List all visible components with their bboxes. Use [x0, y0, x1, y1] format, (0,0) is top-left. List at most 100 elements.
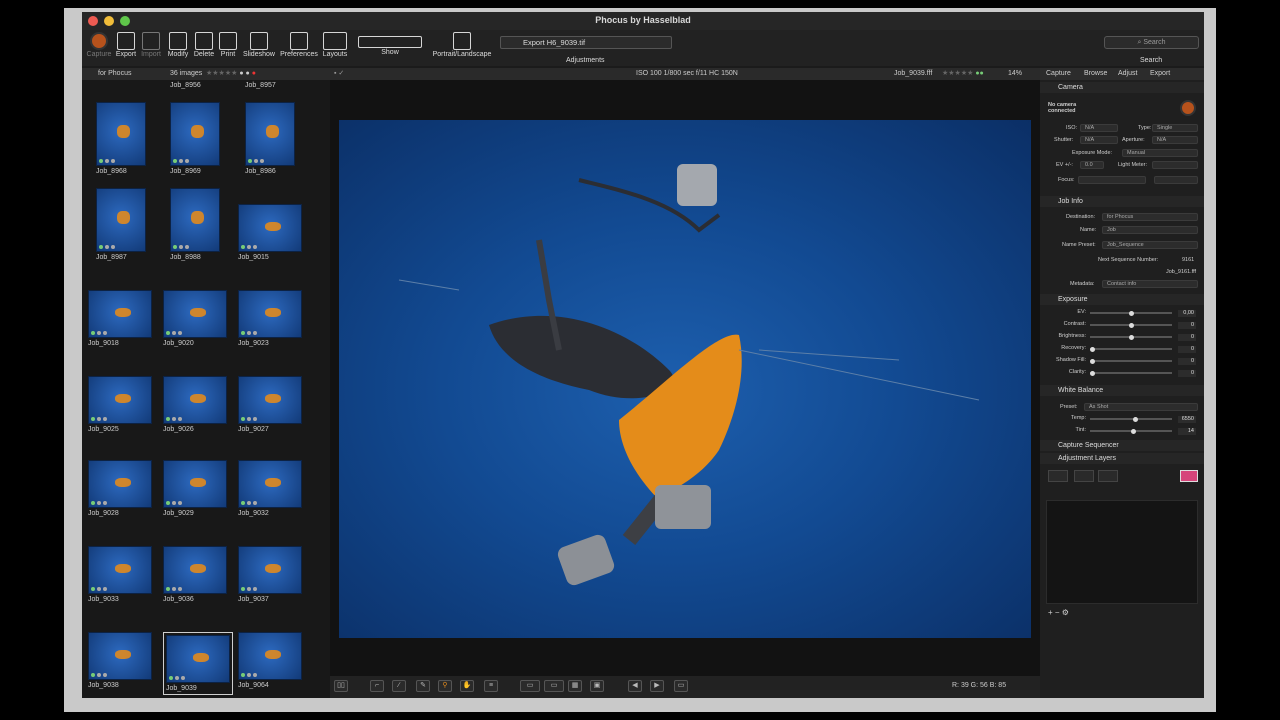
slider-value[interactable]: 0: [1178, 334, 1196, 341]
gradient-layer-button[interactable]: [1074, 470, 1094, 482]
viewer-tools[interactable]: ▪ ✓: [334, 68, 344, 80]
portrait-landscape-button[interactable]: Portrait/Landscape: [430, 30, 494, 58]
modify-button[interactable]: Modify: [164, 30, 192, 58]
next-image-button[interactable]: ▶: [650, 680, 664, 692]
adjustment-slider[interactable]: [1090, 310, 1172, 316]
wb-preset-select[interactable]: As Shot: [1084, 403, 1198, 411]
thumbnail-item[interactable]: Job_9032: [238, 460, 302, 517]
thumbnail-item[interactable]: Job_9018: [88, 290, 152, 347]
preferences-button[interactable]: Preferences: [278, 30, 320, 58]
name-input[interactable]: Job: [1102, 226, 1198, 234]
pen-tool-button[interactable]: ✎: [416, 680, 430, 692]
loupe-tool-button[interactable]: ⚲: [438, 680, 452, 692]
import-button[interactable]: Import: [138, 30, 164, 58]
radial-layer-button[interactable]: [1098, 470, 1118, 482]
straighten-tool-button[interactable]: ∕: [392, 680, 406, 692]
slider-knob[interactable]: [1133, 416, 1139, 422]
crop-tool-button[interactable]: ⌐: [370, 680, 384, 692]
menu-tool-button[interactable]: ≡: [484, 680, 498, 692]
focus-field[interactable]: [1078, 176, 1146, 184]
search-input[interactable]: ⌕ Search: [1104, 36, 1199, 49]
white-balance-section-header[interactable]: White Balance: [1040, 385, 1204, 396]
adjustment-slider[interactable]: [1089, 346, 1172, 352]
thumbnail-item[interactable]: Job_8986: [245, 102, 295, 175]
thumbnail-item[interactable]: Job_9026: [163, 376, 227, 433]
ev-field[interactable]: 0.0: [1080, 161, 1104, 169]
next-seq-value[interactable]: 9161: [1182, 257, 1194, 263]
hand-tool-button[interactable]: ✋: [460, 680, 474, 692]
thumbnail-item[interactable]: Job_9033: [88, 546, 152, 603]
slider-knob[interactable]: [1129, 334, 1134, 340]
thumbnail-item[interactable]: Job_9037: [238, 546, 302, 603]
slider-value[interactable]: 6550: [1178, 416, 1196, 423]
thumbnail-item[interactable]: Job_9036: [163, 546, 227, 603]
overlay-button[interactable]: ▭: [520, 680, 540, 692]
slider-knob[interactable]: [1089, 370, 1095, 376]
thumbnail-item[interactable]: Job_9064: [238, 632, 302, 689]
adjustment-slider[interactable]: [1089, 358, 1172, 364]
tab-export[interactable]: Export: [1150, 68, 1170, 80]
adjustment-layers-section-header[interactable]: Adjustment Layers: [1040, 453, 1204, 464]
image-viewer[interactable]: [330, 80, 1040, 676]
layouts-button[interactable]: Layouts: [320, 30, 350, 58]
slider-knob[interactable]: [1129, 322, 1134, 328]
export-preset-field[interactable]: Export H6_9039.tif: [500, 36, 672, 49]
camera-section-header[interactable]: Camera: [1040, 82, 1204, 93]
thumbnail-item[interactable]: Job_9023: [238, 290, 302, 347]
show-buttons[interactable]: Show: [358, 30, 422, 56]
slider-knob[interactable]: [1089, 358, 1095, 364]
thumbnail-item[interactable]: Job_9038: [88, 632, 152, 689]
grid-icon[interactable]: ▦: [568, 680, 582, 692]
thumbnail-item[interactable]: Job_8968: [96, 102, 146, 175]
capture-button[interactable]: Capture: [84, 30, 114, 58]
full-screen-button[interactable]: ▭: [674, 680, 688, 692]
thumbnail-item[interactable]: Job_9039: [163, 632, 233, 695]
slider-value[interactable]: 0: [1178, 346, 1196, 353]
layer-color-swatch[interactable]: [1180, 470, 1198, 482]
brush-layer-button[interactable]: [1048, 470, 1068, 482]
add-remove-layer-buttons[interactable]: + − ⚙: [1048, 608, 1069, 617]
slider-knob[interactable]: [1129, 310, 1134, 316]
delete-button[interactable]: Delete: [192, 30, 216, 58]
adjustment-slider[interactable]: [1089, 370, 1172, 376]
adjustment-slider[interactable]: [1090, 322, 1172, 328]
light-meter-field[interactable]: [1152, 161, 1198, 169]
thumbnail-item[interactable]: Job_8987: [96, 188, 146, 261]
thumbnail-item[interactable]: Job_8969: [170, 102, 220, 175]
slider-knob[interactable]: [1089, 346, 1095, 352]
metadata-select[interactable]: Contact info: [1102, 280, 1198, 288]
mask-button[interactable]: ▣: [590, 680, 604, 692]
thumbnail-item[interactable]: Job_8988: [170, 188, 220, 261]
thumbnail-item[interactable]: Job_9020: [163, 290, 227, 347]
thumbnail-item[interactable]: Job_9029: [163, 460, 227, 517]
tab-browse[interactable]: Browse: [1084, 68, 1107, 80]
slider-knob[interactable]: [1131, 428, 1137, 434]
adjustment-slider[interactable]: [1090, 334, 1172, 340]
shutter-field[interactable]: N/A: [1080, 136, 1118, 144]
thumbnail-item[interactable]: Job_9025: [88, 376, 152, 433]
slider-value[interactable]: 14: [1178, 428, 1196, 435]
compare-view-button[interactable]: ▯▯: [334, 680, 348, 692]
type-field[interactable]: Single: [1152, 124, 1198, 132]
iso-field[interactable]: N/A: [1080, 124, 1118, 132]
name-preset-select[interactable]: Job_Sequence: [1102, 241, 1198, 249]
adjustment-slider[interactable]: [1090, 416, 1172, 422]
destination-select[interactable]: for Phocus: [1102, 213, 1198, 221]
thumbnail-item[interactable]: Job_9015: [238, 204, 302, 261]
slider-value[interactable]: 0: [1178, 322, 1196, 329]
exposure-mode-field[interactable]: Manual: [1122, 149, 1198, 157]
rating-filter[interactable]: ★★★★★ ● ● ●: [206, 68, 256, 80]
job-info-section-header[interactable]: Job Info: [1040, 196, 1204, 207]
compare-button[interactable]: ▭: [544, 680, 564, 692]
focus-button[interactable]: [1154, 176, 1198, 184]
adjustment-slider[interactable]: [1090, 428, 1172, 434]
previous-image-button[interactable]: ◀: [628, 680, 642, 692]
image-rating[interactable]: ★★★★★ ●●: [942, 68, 984, 80]
layers-list[interactable]: [1046, 500, 1198, 604]
print-button[interactable]: Print: [216, 30, 240, 58]
slider-value[interactable]: 0: [1178, 370, 1196, 377]
tab-capture[interactable]: Capture: [1046, 68, 1071, 80]
thumbnail-item[interactable]: Job_9028: [88, 460, 152, 517]
slider-value[interactable]: 0: [1178, 358, 1196, 365]
slideshow-button[interactable]: Slideshow: [240, 30, 278, 58]
